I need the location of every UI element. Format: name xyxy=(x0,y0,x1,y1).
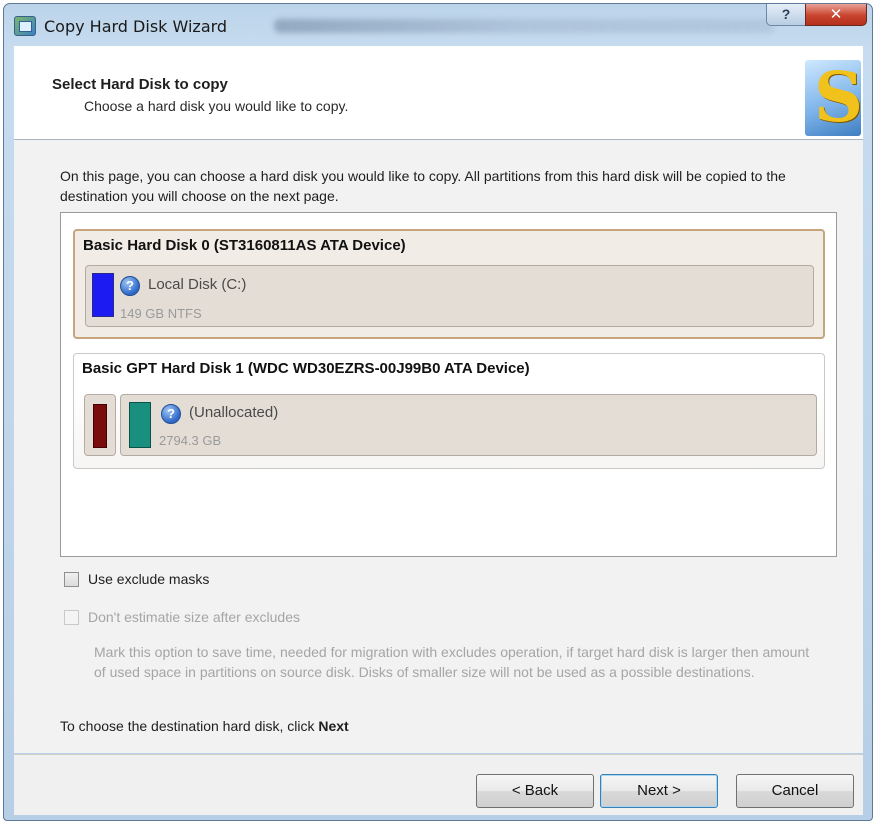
use-exclude-masks-checkbox[interactable] xyxy=(64,572,79,587)
wizard-footer: < Back Next > Cancel xyxy=(14,754,863,815)
logo-s-glyph: S xyxy=(814,60,861,136)
back-button[interactable]: < Back xyxy=(476,774,594,808)
dont-estimate-checkbox xyxy=(64,610,79,625)
partition-color-swatch xyxy=(129,402,151,448)
next-instruction-prefix: To choose the destination hard disk, cli… xyxy=(60,718,319,734)
title-bar[interactable]: Copy Hard Disk Wizard ? ✕ xyxy=(4,4,872,46)
question-icon: ? xyxy=(120,276,140,296)
cancel-button[interactable]: Cancel xyxy=(736,774,854,808)
disk-item-0[interactable]: Basic Hard Disk 0 (ST3160811AS ATA Devic… xyxy=(73,229,825,339)
partition-color-swatch xyxy=(92,273,114,317)
disk-item-1[interactable]: Basic GPT Hard Disk 1 (WDC WD30EZRS-00J9… xyxy=(73,353,825,469)
wizard-content: On this page, you can choose a hard disk… xyxy=(14,140,863,753)
next-instruction-action: Next xyxy=(318,718,349,734)
help-button[interactable]: ? xyxy=(766,4,806,26)
close-button[interactable]: ✕ xyxy=(805,4,867,26)
intro-text: On this page, you can choose a hard disk… xyxy=(60,168,786,204)
copy-disk-icon xyxy=(14,16,36,36)
dont-estimate-label: Don't estimatie size after excludes xyxy=(88,609,300,625)
wizard-window: Copy Hard Disk Wizard ? ✕ Select Hard Di… xyxy=(3,3,873,821)
partition-unallocated[interactable]: ? (Unallocated) 2794.3 GB xyxy=(120,394,817,456)
use-exclude-masks-label[interactable]: Use exclude masks xyxy=(88,571,209,587)
partition-label: Local Disk (C:) xyxy=(148,276,247,293)
page-title: Select Hard Disk to copy xyxy=(52,76,228,93)
blurred-title-text xyxy=(274,19,774,33)
disk-name: Basic Hard Disk 0 (ST3160811AS ATA Devic… xyxy=(83,237,406,254)
exclude-hint-text: Mark this option to save time, needed fo… xyxy=(94,644,810,680)
partition-size: 149 GB NTFS xyxy=(120,306,202,321)
question-icon: ? xyxy=(161,404,181,424)
wizard-logo-icon: S xyxy=(805,60,861,136)
wizard-header: Select Hard Disk to copy Choose a hard d… xyxy=(14,46,863,140)
partition-color-swatch xyxy=(93,404,107,448)
next-instruction: To choose the destination hard disk, cli… xyxy=(60,718,349,734)
next-button[interactable]: Next > xyxy=(600,774,718,808)
disk-list[interactable]: Basic Hard Disk 0 (ST3160811AS ATA Devic… xyxy=(60,212,837,557)
window-title: Copy Hard Disk Wizard xyxy=(44,17,228,36)
partition-label: (Unallocated) xyxy=(189,404,279,421)
partition-size: 2794.3 GB xyxy=(159,433,222,448)
page-subtitle: Choose a hard disk you would like to cop… xyxy=(84,98,349,114)
disk-name: Basic GPT Hard Disk 1 (WDC WD30EZRS-00J9… xyxy=(82,360,530,377)
partition-local-disk-c[interactable]: ? Local Disk (C:) 149 GB NTFS xyxy=(85,265,814,327)
partition-reserved[interactable] xyxy=(84,394,116,456)
